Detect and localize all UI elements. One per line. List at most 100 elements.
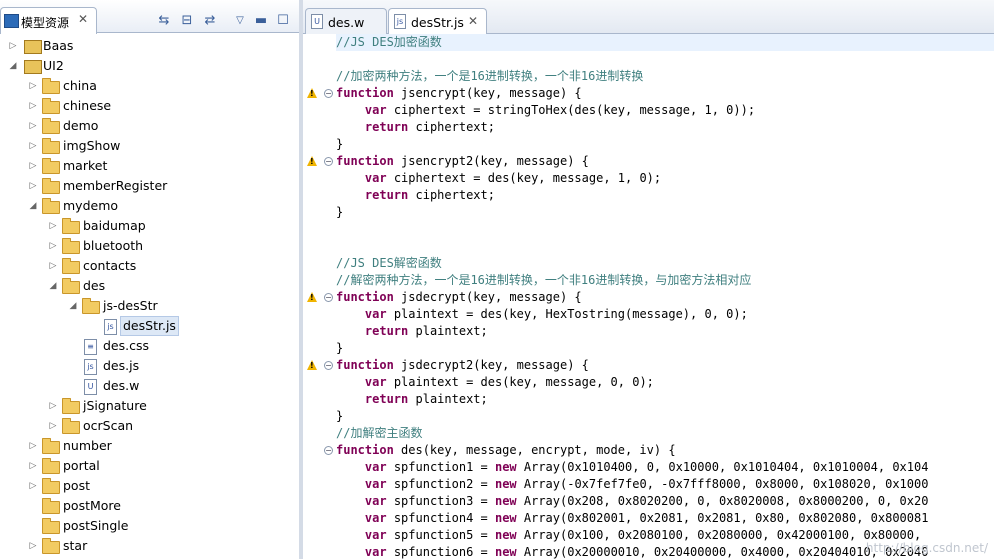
warning-icon[interactable] [307,88,317,98]
tree-item-label: des.w [103,378,140,393]
code-editor: Udes.w js desStr.js ✕ − − − − − //JS DES加密函数 //加… [303,0,994,559]
close-icon[interactable]: ✕ [468,14,478,28]
code-line: var spfunction6 = new Array(0x20000010, … [364,545,929,559]
folder-icon [42,138,60,154]
fold-toggle-icon[interactable]: − [324,446,333,455]
warning-icon[interactable] [307,156,317,166]
collapsed-arrow-icon[interactable]: ▷ [28,456,38,476]
collapsed-arrow-icon[interactable]: ▷ [48,416,58,436]
code-line: } [336,341,344,355]
fold-toggle-icon[interactable]: − [324,157,333,166]
folder-icon [42,78,60,94]
folder-icon [42,178,60,194]
code-comment-line: //解密两种方法，一个是16进制转换，一个非16进制转换，与加密方法相对应 [336,273,752,287]
code-line: var plaintext = des(key, HexTostring(mes… [364,307,748,321]
code-line: } [336,137,344,151]
code-line: var ciphertext = des(key, message, 1, 0)… [364,171,662,185]
collapsed-arrow-icon[interactable]: ▷ [48,256,58,276]
collapsed-arrow-icon[interactable]: ▷ [28,116,38,136]
project-icon [24,60,42,74]
collapsed-arrow-icon[interactable]: ▷ [48,216,58,236]
collapsed-arrow-icon[interactable]: ▷ [28,136,38,156]
folder-icon [42,538,60,554]
collapsed-arrow-icon[interactable]: ▷ [48,396,58,416]
folder-icon [62,238,80,254]
file-icon: U [84,379,97,395]
tree-item-label: portal [63,458,100,473]
collapsed-arrow-icon[interactable]: ▷ [28,536,38,556]
tree-item-label: postMore [63,498,121,513]
code-area[interactable]: //JS DES加密函数 //加密两种方法，一个是16进制转换，一个非16进制转换… [336,34,994,559]
tree-item-label: market [63,158,108,173]
link-editor-icon[interactable]: ⇄ [203,14,217,28]
sync-icon[interactable]: ⇆ [157,14,171,28]
file-icon: js [84,359,97,375]
project-icon [24,40,42,54]
tree-item-label: contacts [83,258,137,273]
tree-item-label: jSignature [83,398,147,413]
code-line: function jsencrypt(key, message) { [336,86,582,100]
folder-icon [42,98,60,114]
code-line: } [336,205,344,219]
code-comment-line: //JS DES解密函数 [336,256,442,270]
tree-item-label: des [83,278,106,293]
collapsed-arrow-icon[interactable]: ▷ [28,76,38,96]
warning-icon[interactable] [307,292,317,302]
model-resources-icon [4,14,19,28]
editor-tab-label: desStr.js [411,15,464,30]
editor-tab[interactable]: Udes.w [305,8,387,34]
collapsed-arrow-icon[interactable]: ▷ [28,156,38,176]
tree-item-label: mydemo [63,198,119,213]
expanded-arrow-icon[interactable]: ◢ [8,56,18,76]
tree-item-label: bluetooth [83,238,144,253]
folder-icon [62,278,80,294]
code-comment-line: //加解密主函数 [336,426,423,440]
collapsed-arrow-icon[interactable]: ▷ [8,36,18,56]
folder-icon [42,198,60,214]
collapsed-arrow-icon[interactable]: ▷ [48,236,58,256]
folder-icon [62,418,80,434]
maximize-icon[interactable]: ☐ [276,14,290,28]
editor-tab[interactable]: js desStr.js ✕ [388,8,487,35]
warning-icon[interactable] [307,360,317,370]
tree-item-label: js-desStr [103,298,158,313]
collapsed-arrow-icon[interactable]: ▷ [28,476,38,496]
tree-item-label: star [63,538,88,553]
code-line: var spfunction1 = new Array(0x1010400, 0… [364,460,929,474]
expanded-arrow-icon[interactable]: ◢ [68,296,78,316]
file-icon: ≡ [84,339,97,355]
fold-toggle-icon[interactable]: − [324,89,333,98]
expanded-arrow-icon[interactable]: ◢ [48,276,58,296]
code-comment-line: //JS DES加密函数 [336,35,442,49]
view-menu-icon[interactable]: ▽ [233,14,247,28]
close-icon[interactable]: ✕ [78,12,88,26]
minimize-icon[interactable]: ▬ [254,14,268,28]
tree-item-label: number [63,438,112,453]
tab-model-resources[interactable]: 模型资源 ✕ [0,7,97,34]
code-line: return ciphertext; [364,188,495,202]
expanded-arrow-icon[interactable]: ◢ [28,196,38,216]
tree-item-label: baidumap [83,218,146,233]
file-icon: js [104,319,117,335]
editor-tabbar: Udes.w js desStr.js ✕ [303,0,994,35]
fold-toggle-icon[interactable]: − [324,361,333,370]
editor-tab-label: des.w [328,15,365,30]
collapse-all-icon[interactable]: ⊟ [180,14,194,28]
editor-ruler: − − − − − [303,34,336,559]
code-line: function jsdecrypt2(key, message) { [336,358,589,372]
collapsed-arrow-icon[interactable]: ▷ [28,96,38,116]
folder-icon [62,398,80,414]
tree-item-label: chinese [63,98,112,113]
fold-toggle-icon[interactable]: − [324,293,333,302]
folder-icon [42,498,60,514]
tree-item-label: postSingle [63,518,129,533]
folder-icon [42,458,60,474]
collapsed-arrow-icon[interactable]: ▷ [28,436,38,456]
tree-item-label: UI2 [43,58,64,73]
collapsed-arrow-icon[interactable]: ▷ [28,176,38,196]
code-line: function jsencrypt2(key, message) { [336,154,589,168]
folder-icon [62,218,80,234]
code-line: function des(key, message, encrypt, mode… [336,443,676,457]
file-icon: js [394,14,406,29]
folder-icon [62,258,80,274]
